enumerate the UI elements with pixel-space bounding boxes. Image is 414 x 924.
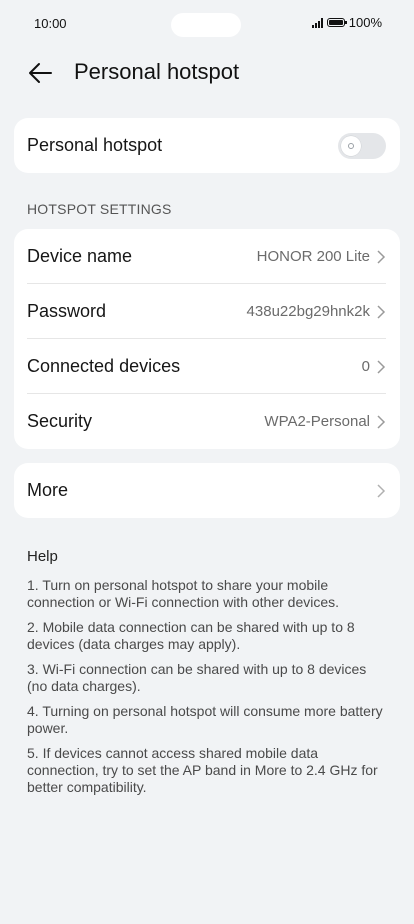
- more-card: More: [14, 463, 400, 518]
- more-row[interactable]: More: [14, 463, 400, 518]
- signal-icon: [311, 17, 323, 28]
- help-item: 1. Turn on personal hotspot to share you…: [27, 577, 340, 610]
- hotspot-toggle-label: Personal hotspot: [27, 135, 163, 155]
- chevron-right-icon: [377, 249, 386, 264]
- help-section: Help 1. Turn on personal hotspot to shar…: [27, 548, 387, 804]
- header: Personal hotspot: [0, 52, 414, 94]
- setting-row-connected-devices[interactable]: Connected devices 0: [14, 339, 400, 394]
- help-item: 4. Turning on personal hotspot will cons…: [27, 703, 383, 736]
- section-header-hotspot-settings: HOTSPOT SETTINGS: [27, 201, 172, 217]
- help-item: 3. Wi-Fi connection can be shared with u…: [27, 661, 367, 694]
- chevron-right-icon: [377, 359, 386, 374]
- setting-label: Security: [27, 411, 93, 431]
- help-item: 5. If devices cannot access shared mobil…: [27, 745, 378, 795]
- setting-label: Connected devices: [27, 356, 181, 376]
- hotspot-card: Personal hotspot: [14, 118, 400, 173]
- setting-label: Device name: [27, 246, 133, 266]
- setting-value: 0: [361, 358, 370, 375]
- more-label: More: [27, 480, 69, 500]
- setting-label: Password: [27, 301, 107, 321]
- arrow-left-icon: [29, 63, 52, 83]
- chevron-right-icon: [377, 483, 386, 498]
- chevron-right-icon: [377, 414, 386, 429]
- setting-value: HONOR 200 Lite: [256, 248, 370, 265]
- hotspot-settings-card: Device name HONOR 200 Lite Password 438u…: [14, 229, 400, 449]
- setting-row-security[interactable]: Security WPA2-Personal: [14, 394, 400, 449]
- battery-percent: 100%: [348, 15, 382, 30]
- setting-row-device-name[interactable]: Device name HONOR 200 Lite: [14, 229, 400, 284]
- status-icons: 100%: [311, 15, 382, 30]
- back-button[interactable]: [26, 58, 56, 88]
- hotspot-toggle-row[interactable]: Personal hotspot: [14, 118, 400, 173]
- setting-value: WPA2-Personal: [264, 413, 370, 430]
- chevron-right-icon: [377, 304, 386, 319]
- battery-icon: [326, 18, 347, 27]
- camera-cutout: [171, 13, 241, 37]
- help-item: 2. Mobile data connection can be shared …: [27, 619, 355, 652]
- status-bar: 10:00 100%: [0, 0, 414, 48]
- setting-row-password[interactable]: Password 438u22bg29hnk2k: [14, 284, 400, 339]
- page-title: Personal hotspot: [74, 59, 240, 84]
- help-title: Help: [27, 548, 58, 565]
- toggle-knob: [341, 135, 361, 156]
- setting-value: 438u22bg29hnk2k: [246, 303, 370, 320]
- status-time: 10:00: [34, 16, 67, 31]
- hotspot-toggle[interactable]: [338, 132, 386, 159]
